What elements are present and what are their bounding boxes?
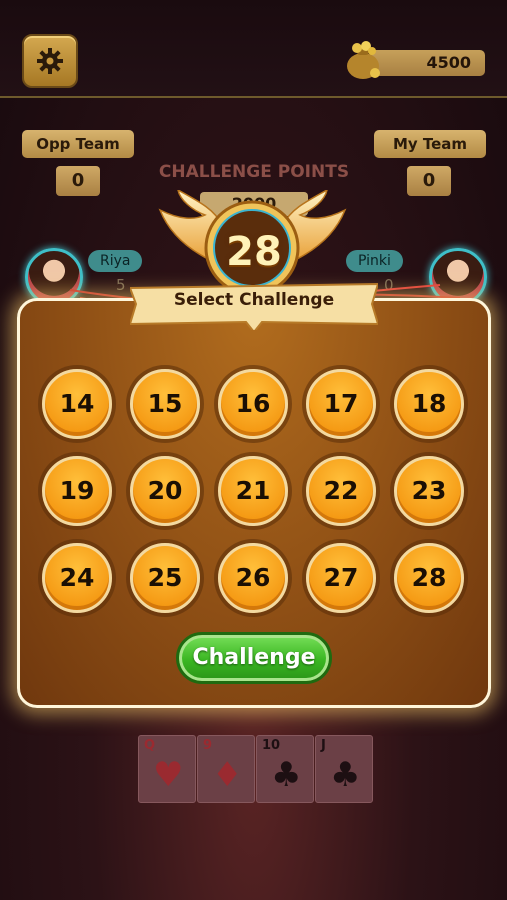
hand-card[interactable]: 10 ♣: [256, 735, 314, 803]
challenge-option-24[interactable]: 24: [42, 543, 112, 613]
coin-balance: 4500: [370, 50, 485, 76]
challenge-option-23[interactable]: 23: [394, 456, 464, 526]
card-suit-icon: ♦: [212, 755, 243, 795]
challenge-option-19[interactable]: 19: [42, 456, 112, 526]
challenge-option-17[interactable]: 17: [306, 369, 376, 439]
coin-bag-icon: [347, 41, 380, 79]
card-rank: 9: [203, 738, 213, 753]
my-team-label: My Team: [374, 130, 486, 158]
hand-card[interactable]: J ♣: [315, 735, 373, 803]
gear-icon: [37, 48, 63, 74]
challenge-option-15[interactable]: 15: [130, 369, 200, 439]
challenge-option-14[interactable]: 14: [42, 369, 112, 439]
challenge-option-16[interactable]: 16: [218, 369, 288, 439]
challenge-option-18[interactable]: 18: [394, 369, 464, 439]
challenge-option-22[interactable]: 22: [306, 456, 376, 526]
challenge-points-title: CHALLENGE POINTS: [158, 162, 350, 182]
challenge-option-25[interactable]: 25: [130, 543, 200, 613]
challenge-option-20[interactable]: 20: [130, 456, 200, 526]
hand-card[interactable]: Q ♥: [138, 735, 196, 803]
challenge-option-28[interactable]: 28: [394, 543, 464, 613]
card-suit-icon: ♣: [330, 755, 361, 795]
card-rank: J: [321, 738, 326, 753]
selected-challenge-value: 28: [226, 229, 282, 275]
card-suit-icon: ♥: [153, 755, 184, 795]
settings-button[interactable]: [22, 34, 78, 88]
challenge-option-27[interactable]: 27: [306, 543, 376, 613]
opp-team-label: Opp Team: [22, 130, 134, 158]
challenge-option-26[interactable]: 26: [218, 543, 288, 613]
card-rank: 10: [262, 738, 281, 753]
my-team-score: 0: [407, 166, 451, 196]
hand-card[interactable]: 9 ♦: [197, 735, 255, 803]
challenge-button[interactable]: Challenge: [176, 632, 332, 684]
challenge-option-21[interactable]: 21: [218, 456, 288, 526]
modal-title: Select Challenge: [173, 290, 335, 310]
opp-team-score: 0: [56, 166, 100, 196]
card-rank: Q: [144, 738, 156, 753]
card-suit-icon: ♣: [271, 755, 302, 795]
